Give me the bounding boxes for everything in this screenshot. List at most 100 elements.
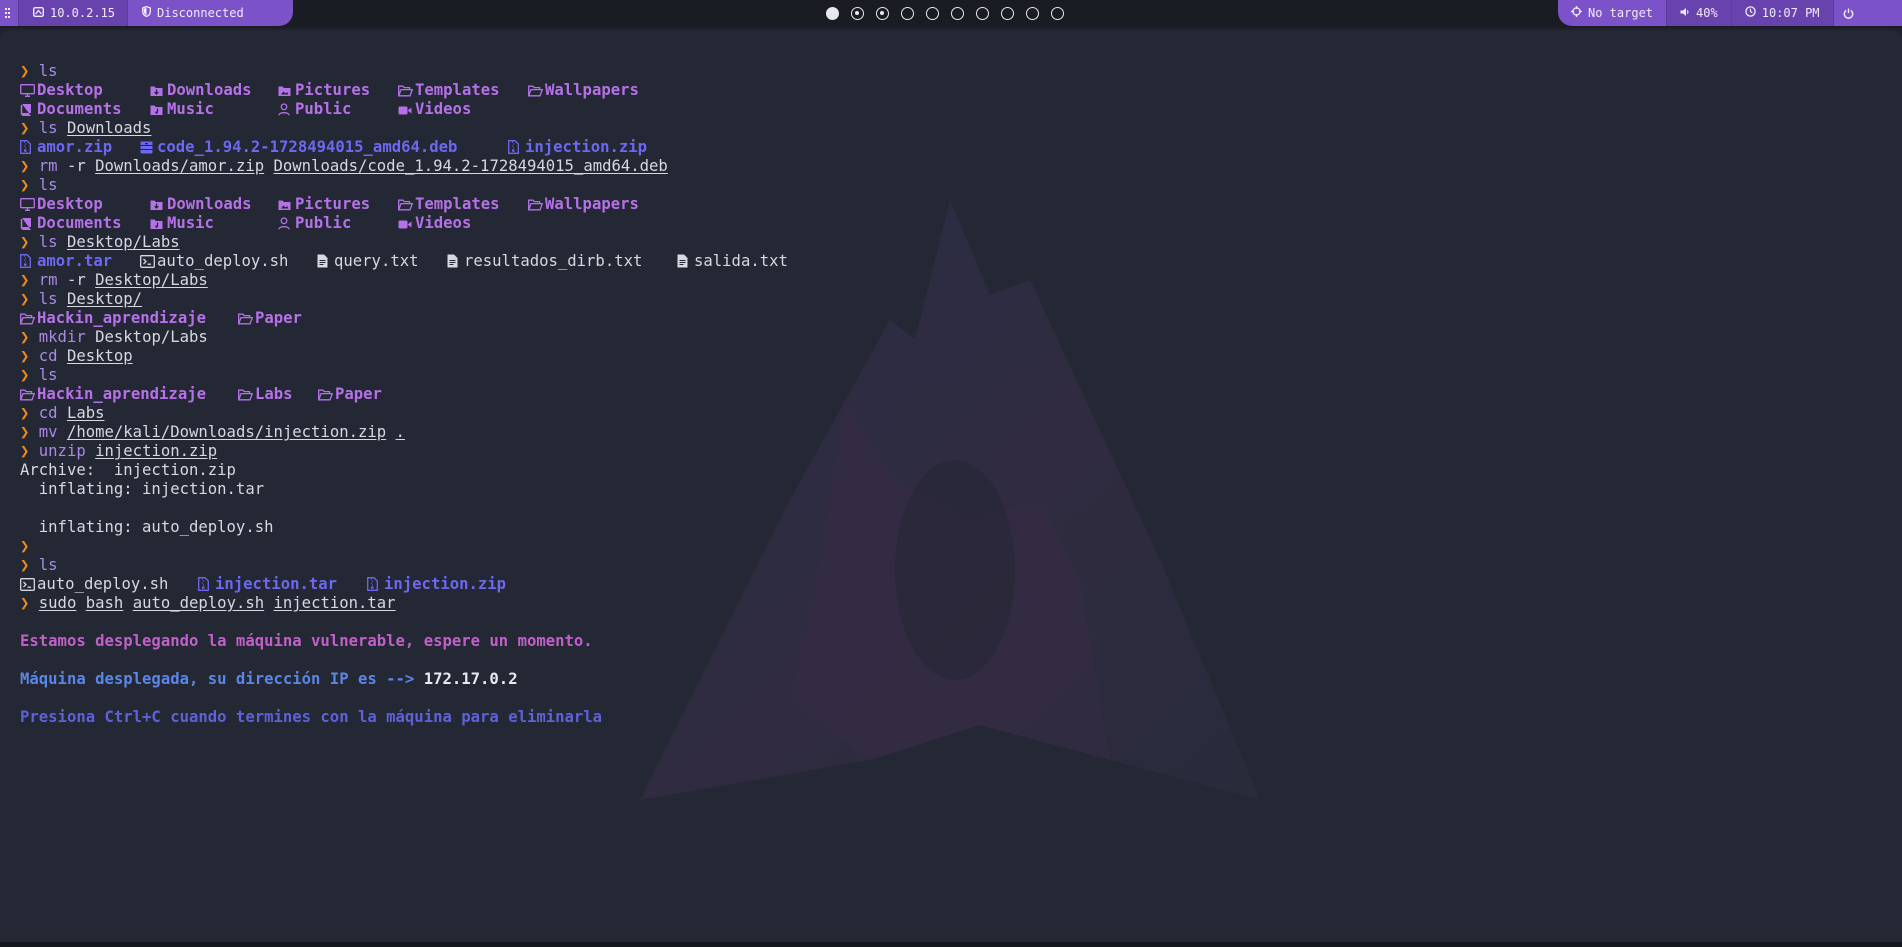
zip-icon: [508, 138, 525, 157]
network-icon: [32, 6, 45, 20]
wallpaper-mountain-logo: [640, 200, 1260, 800]
book-icon: [20, 214, 37, 233]
ip-address: 10.0.2.15: [50, 6, 116, 20]
command-argument: Desktop/Labs: [95, 271, 208, 289]
ls-output-row: Documents Music Public Videos: [20, 100, 668, 119]
workspace-8[interactable]: [1001, 6, 1014, 20]
folder-image-icon: [278, 81, 295, 100]
command-name: ls: [38, 366, 58, 384]
file-entry: resultados_dirb.txt: [447, 252, 642, 271]
workspace-1[interactable]: [826, 6, 839, 20]
workspace-9[interactable]: [1026, 6, 1039, 20]
output-text: [20, 499, 668, 518]
file-entry: Paper: [317, 385, 382, 404]
terminal-window[interactable]: ❯ ls Desktop Downloads Pictures Templates Wal…: [0, 30, 1902, 942]
terminal-icon: [20, 575, 37, 594]
file-entry: Templates: [397, 81, 500, 100]
zip-icon: [198, 575, 215, 594]
file-name: Hackin_aprendizaje: [37, 309, 206, 327]
prompt-chevron-icon: ❯: [20, 328, 30, 346]
package-icon: [140, 138, 157, 157]
zip-icon: [367, 575, 384, 594]
command-argument: Downloads: [66, 119, 152, 137]
command-name: ls: [38, 62, 58, 80]
prompt-chevron-icon: ❯: [20, 233, 30, 251]
file-entry: Wallpapers: [527, 195, 639, 214]
workspace-4[interactable]: [901, 6, 914, 20]
workspace-3[interactable]: [876, 6, 889, 20]
folder-download-icon: [150, 195, 167, 214]
clock-widget[interactable]: 10:07 PM: [1731, 0, 1834, 26]
ls-output-row: Desktop Downloads Pictures Templates Wallpap…: [20, 195, 668, 214]
monitor-icon: [20, 81, 37, 100]
output-text: [20, 651, 668, 670]
volume-widget[interactable]: 40%: [1666, 0, 1732, 26]
zip-icon: [20, 252, 37, 271]
command-argument: Desktop: [66, 347, 133, 365]
command-line: ❯ ls: [20, 176, 668, 195]
command-line: ❯ cd Desktop: [20, 347, 668, 366]
prompt-chevron-icon: ❯: [20, 119, 30, 137]
prompt-chevron-icon: ❯: [20, 442, 30, 460]
file-name: Hackin_aprendizaje: [37, 385, 206, 403]
file-entry: Downloads: [150, 195, 252, 214]
file-name: amor.tar: [37, 252, 113, 270]
clock-icon: [1744, 6, 1756, 20]
vpn-widget[interactable]: Disconnected: [128, 0, 258, 26]
file-name: Wallpapers: [545, 81, 639, 99]
terminal-output: ❯ ls Desktop Downloads Pictures Templates Wal…: [19, 62, 788, 727]
file-entry: auto_deploy.sh: [140, 252, 288, 271]
command-line: ❯ sudo bash auto_deploy.sh injection.tar: [20, 594, 668, 613]
output-text: Archive: injection.zip: [20, 461, 236, 479]
power-icon[interactable]: [1834, 0, 1864, 26]
file-name: Wallpapers: [545, 195, 639, 213]
file-name: Videos: [415, 214, 472, 232]
command-argument: Desktop/: [66, 290, 143, 308]
ip-widget[interactable]: 10.0.2.15: [18, 0, 128, 26]
command-name: ls: [38, 119, 58, 137]
file-entry: auto_deploy.sh: [20, 575, 168, 594]
command-line: ❯: [20, 537, 668, 556]
status-pill-right: No target 40% 10:07 PM: [1558, 0, 1902, 26]
workspace-5[interactable]: [926, 6, 939, 20]
file-name: salida.txt: [694, 252, 788, 270]
ls-output-row: amor.tar auto_deploy.sh query.txt resultado…: [20, 252, 788, 271]
command-line: ❯ ls: [20, 366, 668, 385]
file-name: Public: [295, 214, 352, 232]
workspace-7[interactable]: [976, 6, 989, 20]
file-name: injection.zip: [384, 575, 507, 593]
command-line: ❯ ls Downloads: [20, 119, 668, 138]
bottom-strip: [0, 942, 1902, 947]
file-name: Public: [295, 100, 352, 118]
menu-grid-icon[interactable]: [0, 0, 18, 26]
command-argument: auto_deploy.sh: [132, 594, 265, 612]
file-name: amor.zip: [37, 138, 113, 156]
file-entry: Wallpapers: [527, 81, 639, 100]
file-entry: Templates: [397, 195, 500, 214]
workspace-10[interactable]: [1051, 6, 1064, 20]
file-entry: query.txt: [317, 252, 419, 271]
file-name: Pictures: [295, 195, 371, 213]
command-line: ❯ ls: [20, 556, 668, 575]
folder-open-icon: [527, 195, 545, 214]
folder-open-icon: [527, 81, 545, 100]
file-name: Music: [167, 100, 214, 118]
ls-output-row: Desktop Downloads Pictures Templates Wallpap…: [20, 81, 668, 100]
workspace-6[interactable]: [951, 6, 964, 20]
file-entry: injection.zip: [508, 138, 647, 157]
status-pill-left: 10.0.2.15 Disconnected: [0, 0, 293, 26]
top-bar: 10.0.2.15 Disconnected No target 40% 10:…: [0, 0, 1902, 28]
command-argument: Downloads/code_1.94.2-1728494015_amd64.d…: [273, 157, 668, 175]
command-name: cd: [38, 404, 58, 422]
folder-open-icon: [397, 81, 415, 100]
book-icon: [20, 100, 37, 119]
file-entry: code_1.94.2-1728494015_amd64.deb: [140, 138, 457, 157]
target-widget[interactable]: No target: [1558, 0, 1666, 26]
target-label: No target: [1588, 6, 1654, 20]
vpn-status: Disconnected: [157, 6, 244, 20]
folder-open-icon: [397, 195, 415, 214]
command-line: ❯ rm -r Downloads/amor.zip Downloads/cod…: [20, 157, 668, 176]
workspace-2[interactable]: [851, 6, 864, 20]
command-line: ❯ ls Desktop/: [20, 290, 668, 309]
file-name: Pictures: [295, 81, 371, 99]
